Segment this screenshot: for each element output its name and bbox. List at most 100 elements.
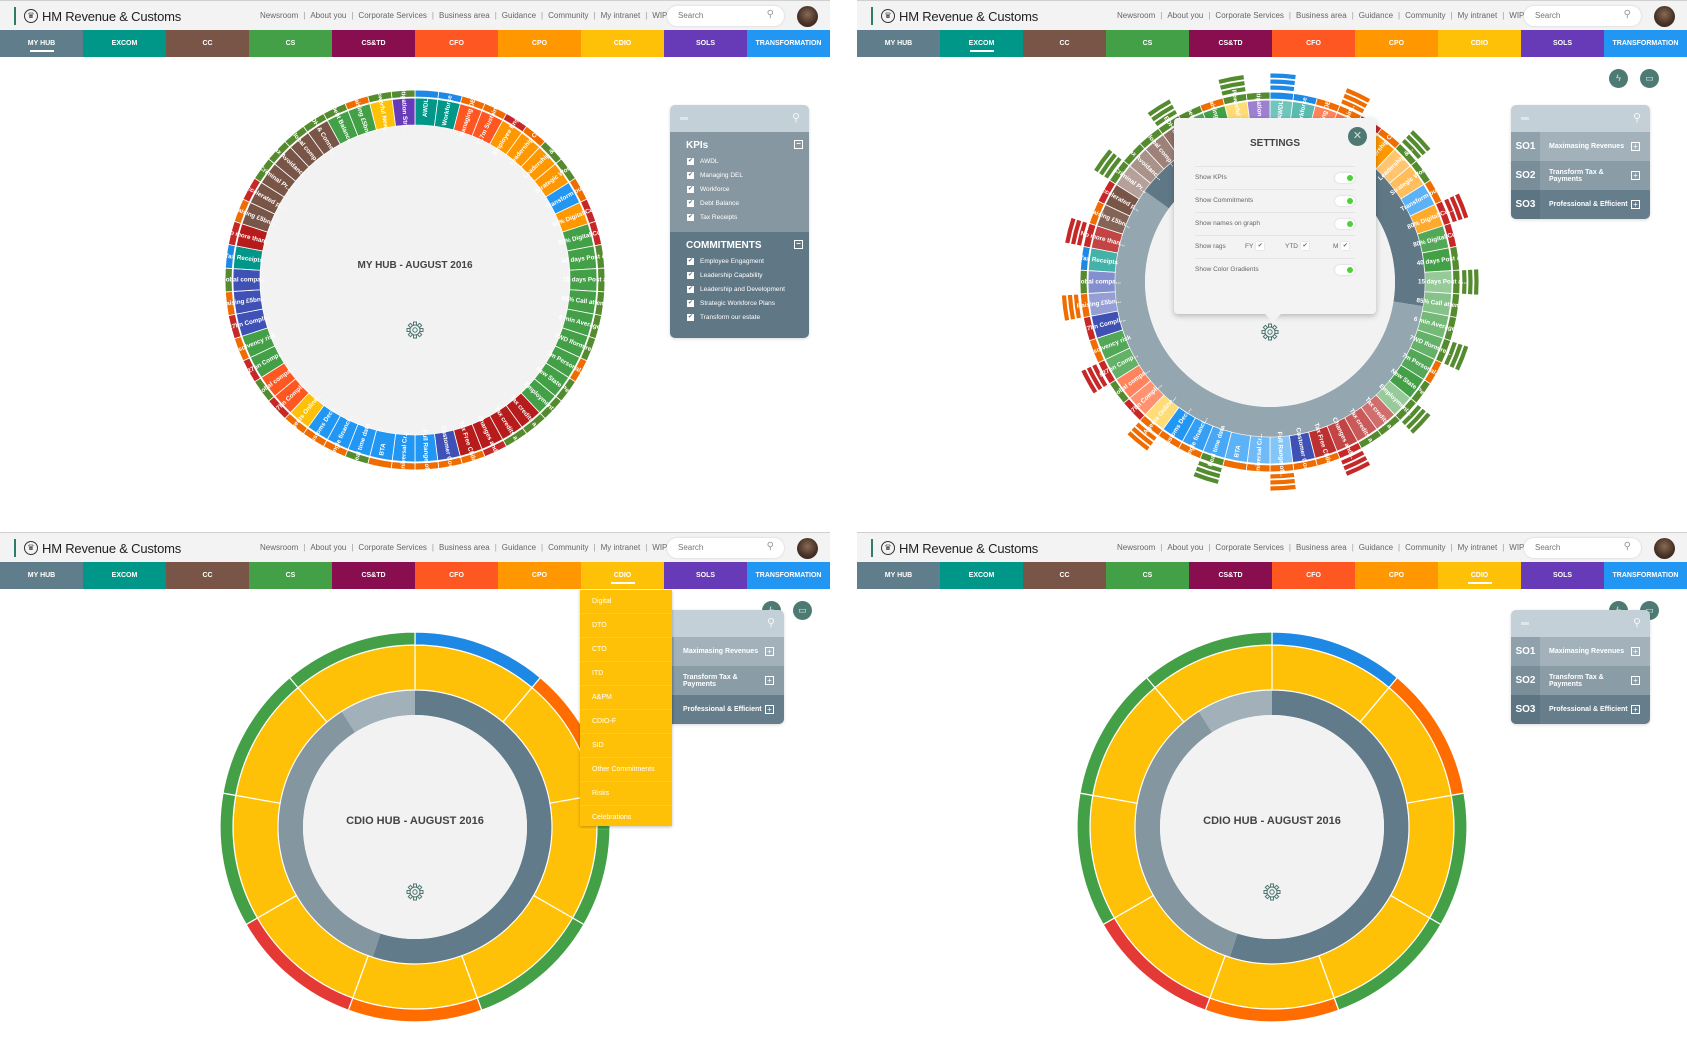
top-link[interactable]: Business area (1296, 543, 1347, 552)
rag-history-segment[interactable] (1269, 477, 1296, 486)
search-input[interactable] (676, 542, 760, 553)
check-icon[interactable]: ✔ (1301, 242, 1309, 251)
commitment-checkbox[interactable]: ✔ Leadership and Development (687, 284, 809, 294)
search-input[interactable] (676, 10, 760, 21)
hmrc-logo[interactable]: ♛ HM Revenue & Customs (14, 7, 181, 25)
menu-item[interactable]: Digital (580, 590, 672, 614)
top-link[interactable]: Guidance (502, 11, 536, 20)
search-icon[interactable]: ⚲ (767, 9, 774, 20)
check-icon[interactable]: ✔ (1341, 242, 1350, 251)
menu-item[interactable]: CDIO-F (580, 710, 672, 734)
top-link[interactable]: Corporate Services (358, 11, 426, 20)
top-link[interactable]: WIP (1509, 11, 1524, 20)
commitment-checkbox[interactable]: ✔ Leadership Capability (687, 270, 809, 280)
top-link[interactable]: Community (1405, 543, 1445, 552)
expand-icon[interactable]: + (1631, 676, 1640, 685)
lightning-icon[interactable]: ϟ (1609, 69, 1628, 88)
checkbox-icon[interactable]: ✔ (687, 257, 694, 265)
top-link[interactable]: About you (310, 543, 346, 552)
menu-item[interactable]: SID (580, 734, 672, 758)
menu-item[interactable]: DTO (580, 614, 672, 638)
checkbox-icon[interactable]: ✔ (687, 199, 694, 207)
so-row[interactable]: SO1 Maximasing Revenues + (1511, 132, 1650, 161)
close-icon[interactable]: ✕ (1348, 127, 1367, 146)
search-input[interactable] (1533, 10, 1617, 21)
user-avatar[interactable] (797, 6, 818, 27)
expand-icon[interactable]: + (1631, 647, 1640, 656)
top-link[interactable]: Community (548, 543, 588, 552)
commitment-checkbox[interactable]: ✔ Employee Engagment (687, 256, 809, 266)
search-icon[interactable]: ⚲ (767, 616, 775, 629)
top-link[interactable]: My intranet (1458, 543, 1498, 552)
user-avatar[interactable] (1654, 6, 1675, 27)
menu-item[interactable]: A&PM (580, 686, 672, 710)
search-icon[interactable]: ⚲ (792, 111, 800, 124)
top-link[interactable]: Corporate Services (1215, 543, 1283, 552)
kpi-checkbox[interactable]: ✔ AWDL (687, 156, 809, 166)
collapse-icon[interactable]: − (794, 240, 803, 249)
checkbox-icon[interactable]: ✔ (687, 271, 694, 279)
show-kpis-toggle[interactable] (1335, 173, 1355, 183)
top-link[interactable]: My intranet (1458, 11, 1498, 20)
so-row[interactable]: SO3 Professional & Efficient+ (1511, 695, 1650, 724)
top-link[interactable]: My intranet (601, 11, 641, 20)
expand-icon[interactable]: + (1631, 200, 1640, 209)
top-link[interactable]: Community (1405, 11, 1445, 20)
top-link[interactable]: Guidance (1359, 11, 1393, 20)
top-link[interactable]: About you (1167, 11, 1203, 20)
top-link[interactable]: Newsroom (260, 11, 298, 20)
user-avatar[interactable] (797, 538, 818, 559)
segment[interactable] (351, 954, 479, 1010)
expand-icon[interactable]: + (765, 676, 774, 685)
search-input[interactable] (1533, 542, 1617, 553)
commitment-checkbox[interactable]: ✔ Transform our estate (687, 312, 809, 322)
kpi-checkbox[interactable]: ✔ Tax Receipts (687, 212, 809, 222)
menu-icon[interactable] (1521, 117, 1529, 120)
menu-item[interactable]: CTO (580, 638, 672, 662)
top-link[interactable]: Business area (439, 11, 490, 20)
hmrc-logo[interactable]: ♛ HM Revenue & Customs (871, 539, 1038, 557)
hmrc-logo[interactable]: ♛ HM Revenue & Customs (871, 7, 1038, 25)
rag-segment[interactable] (1269, 91, 1295, 101)
kpi-checkbox[interactable]: ✔ Debt Balance (687, 198, 809, 208)
rag-history-segment[interactable] (1467, 268, 1474, 296)
checkbox-icon[interactable]: ✔ (687, 313, 694, 321)
expand-icon[interactable]: + (765, 647, 774, 656)
comment-icon[interactable]: ▭ (793, 601, 812, 620)
top-link[interactable]: Community (548, 11, 588, 20)
rag-history-segment[interactable] (1269, 483, 1297, 492)
search-box[interactable]: ⚲ (667, 6, 784, 26)
kpi-checkbox[interactable]: ✔ Workforce (687, 184, 809, 194)
search-icon[interactable]: ⚲ (767, 541, 774, 552)
top-link[interactable]: WIP (652, 543, 667, 552)
hmrc-logo[interactable]: ♛ HM Revenue & Customs (14, 539, 181, 557)
menu-icon[interactable] (1521, 622, 1529, 625)
menu-item[interactable]: Risks (580, 782, 672, 806)
top-link[interactable]: Newsroom (1117, 543, 1155, 552)
top-link[interactable]: WIP (1509, 543, 1524, 552)
menu-item[interactable]: ITD (580, 662, 672, 686)
search-icon[interactable]: ⚲ (1624, 9, 1631, 20)
checkbox-icon[interactable]: ✔ (687, 171, 694, 179)
search-box[interactable]: ⚲ (1524, 6, 1641, 26)
menu-item[interactable]: Other Commitments (580, 758, 672, 782)
show-names-toggle[interactable] (1335, 219, 1355, 229)
search-box[interactable]: ⚲ (1524, 538, 1641, 558)
collapse-icon[interactable]: − (794, 140, 803, 149)
search-icon[interactable]: ⚲ (1624, 541, 1631, 552)
check-icon[interactable]: ✔ (1256, 242, 1265, 251)
expand-icon[interactable]: + (765, 705, 774, 714)
rag-segment[interactable] (414, 89, 440, 99)
checkbox-icon[interactable]: ✔ (687, 299, 694, 307)
segment[interactable] (1208, 954, 1336, 1010)
top-link[interactable]: Business area (1296, 11, 1347, 20)
commitment-checkbox[interactable]: ✔ Strategic Workforce Plans (687, 298, 809, 308)
top-link[interactable]: Newsroom (1117, 11, 1155, 20)
top-link[interactable]: Guidance (502, 543, 536, 552)
expand-icon[interactable]: + (1631, 142, 1640, 151)
checkbox-icon[interactable]: ✔ (687, 285, 694, 293)
user-avatar[interactable] (1654, 538, 1675, 559)
comment-icon[interactable]: ▭ (1640, 69, 1659, 88)
rag-history-segment[interactable] (1269, 84, 1296, 92)
top-link[interactable]: Business area (439, 543, 490, 552)
